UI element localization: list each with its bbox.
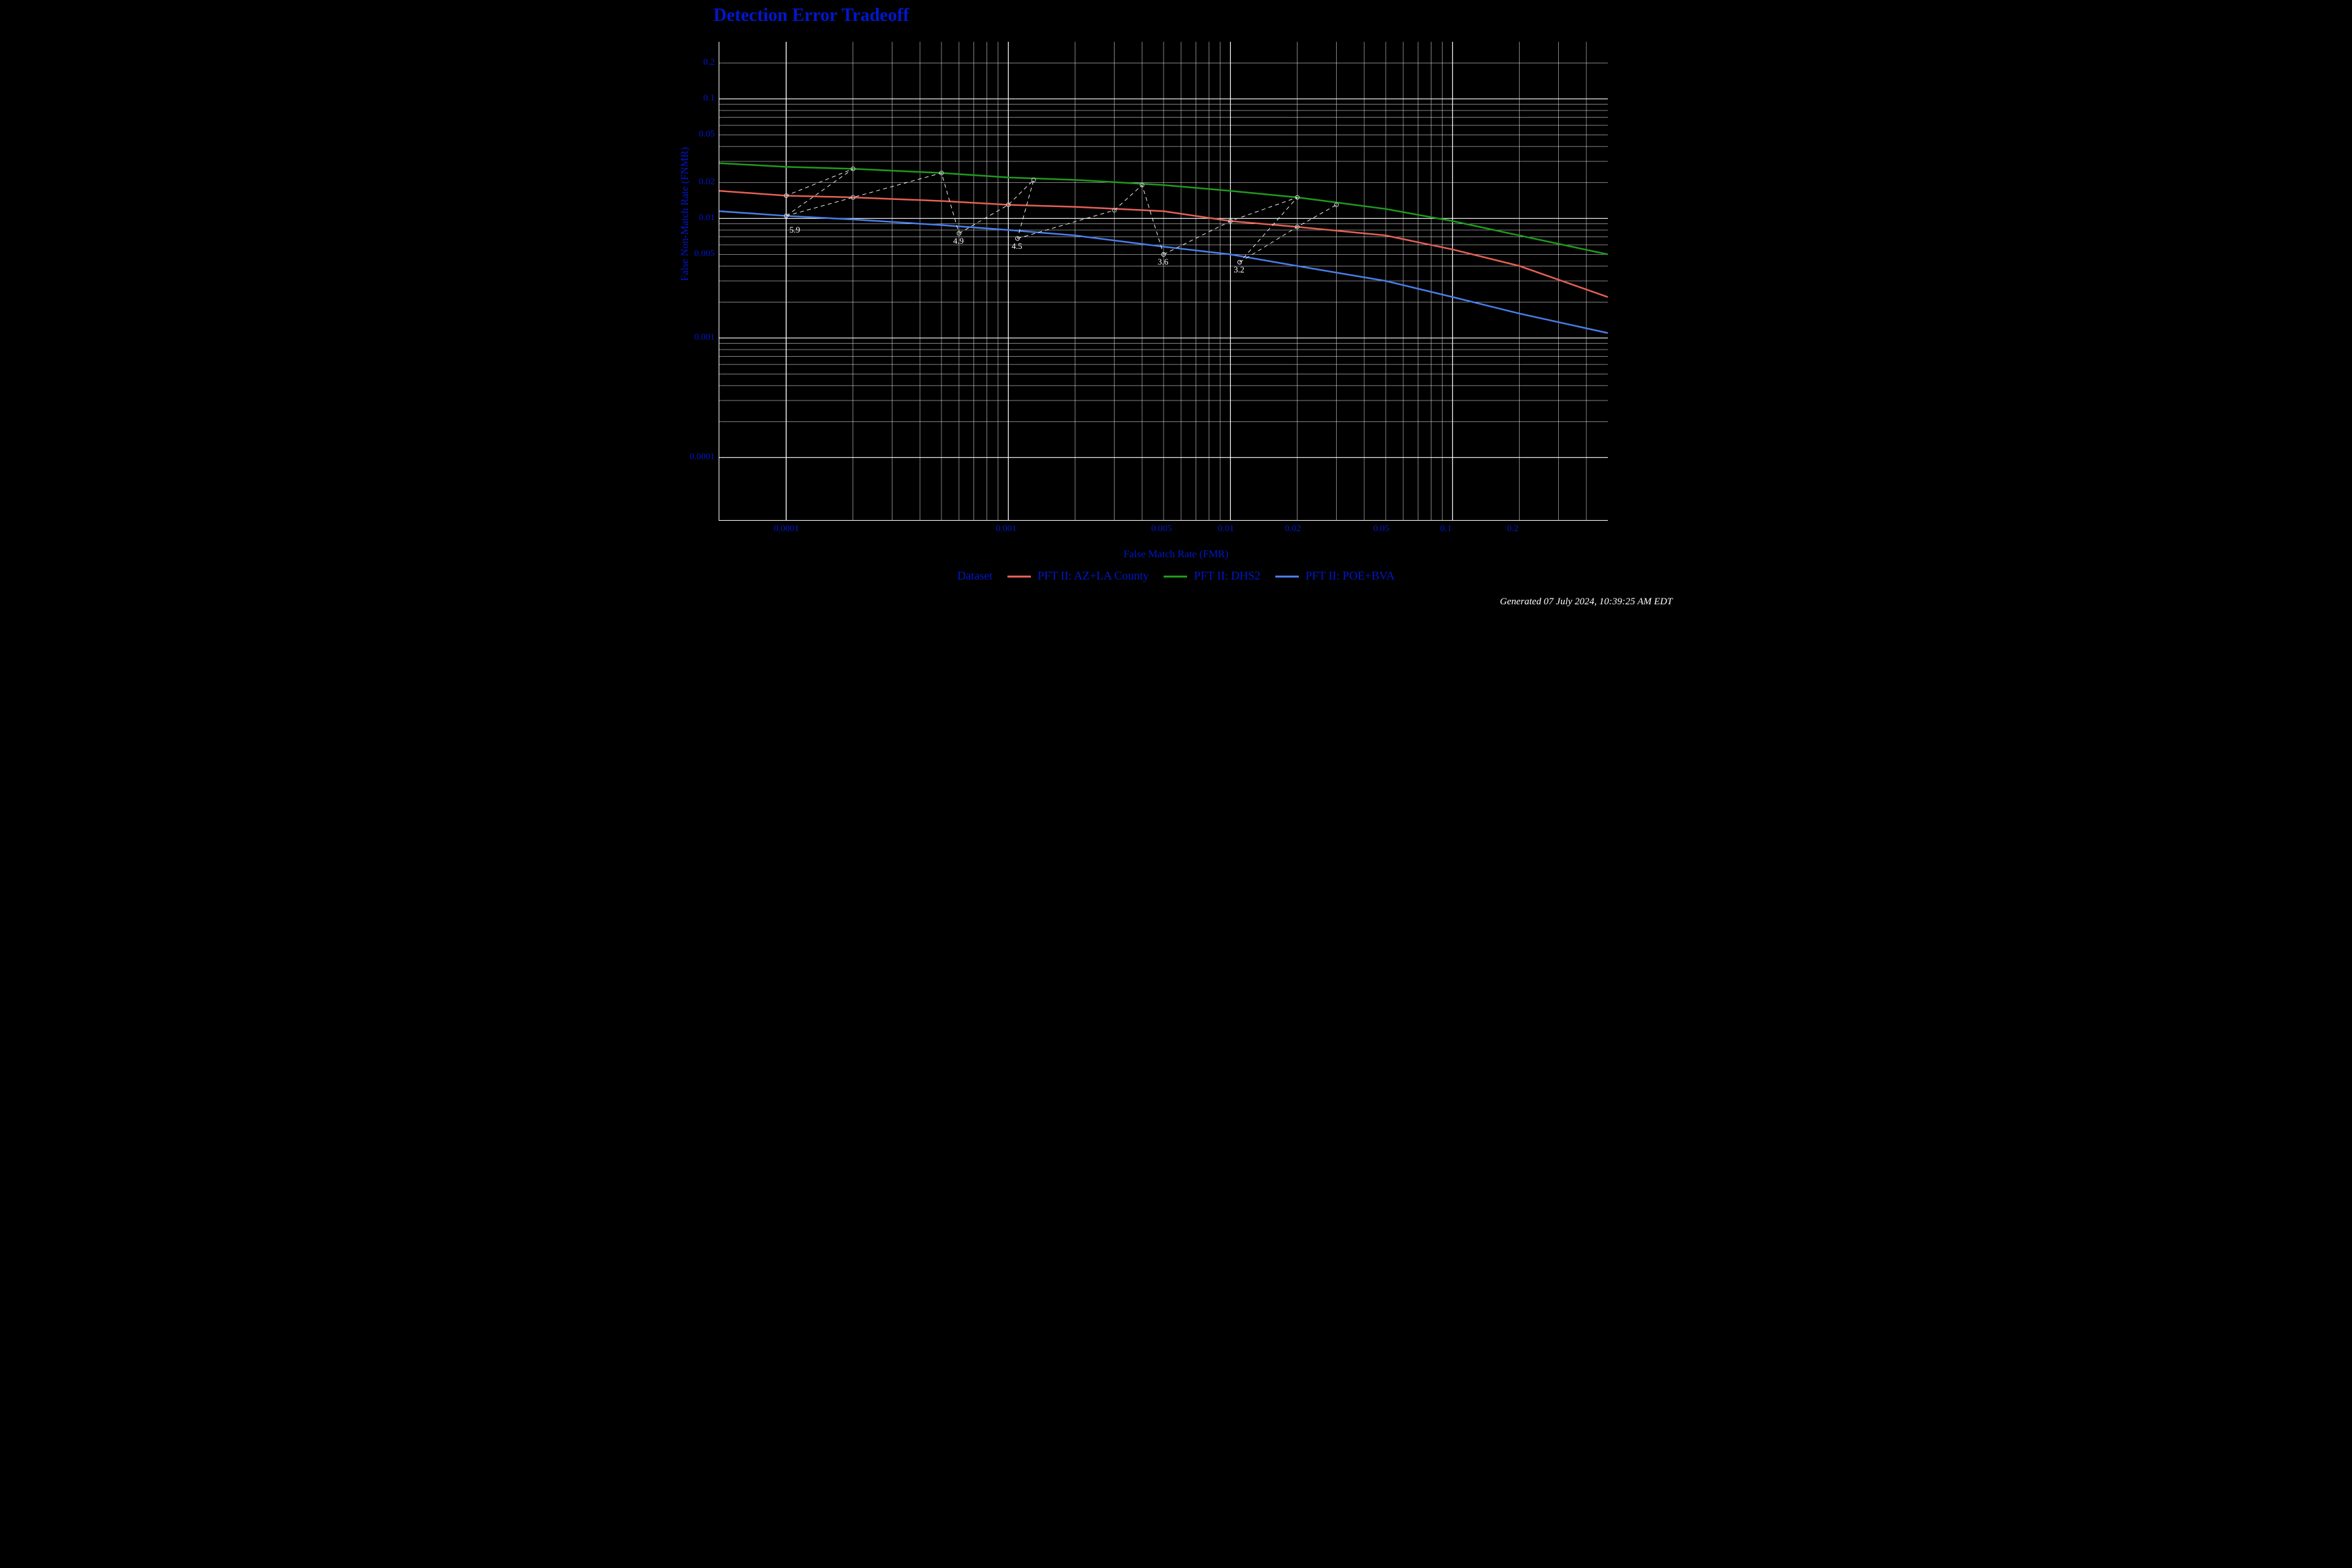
y-tick: 0.005 (694, 249, 715, 259)
x-tick: 0.0001 (774, 524, 799, 534)
chart-title: Detection Error Tradeoff (713, 5, 909, 26)
x-tick: 0.1 (1440, 524, 1452, 534)
y-tick: 0.01 (699, 213, 715, 223)
legend-swatch-2 (1275, 576, 1299, 578)
legend: Dataset PFT II: AZ+LA County PFT II: DHS… (666, 569, 1686, 583)
y-tick: 0.1 (704, 93, 715, 104)
legend-swatch-0 (1007, 576, 1031, 578)
legend-label-0: PFT II: AZ+LA County (1037, 569, 1149, 582)
y-tick: 0.02 (699, 177, 715, 188)
det-chart-container: { "chart_data": { "type": "line", "title… (666, 0, 1686, 679)
legend-title: Dataset (957, 569, 992, 582)
x-tick: 0.005 (1151, 524, 1172, 534)
x-axis-label: False Match Rate (FMR) (666, 549, 1686, 561)
y-tick: 0.0001 (690, 452, 715, 463)
timestamp: Generated 07 July 2024, 10:39:25 AM EDT (1500, 596, 1673, 608)
plot-svg (719, 42, 1608, 520)
legend-swatch-1 (1164, 576, 1187, 578)
x-tick: 0.05 (1373, 524, 1390, 534)
x-tick: 0.02 (1285, 524, 1301, 534)
y-tick: 0.05 (699, 129, 715, 140)
x-tick: 0.001 (996, 524, 1017, 534)
y-axis-label: False Non-Match Rate (FNMR) (679, 147, 691, 281)
y-tick: 0.001 (694, 333, 715, 343)
plot-area (719, 42, 1608, 521)
x-tick: 0.2 (1507, 524, 1519, 534)
x-tick: 0.01 (1218, 524, 1234, 534)
legend-label-1: PFT II: DHS2 (1194, 569, 1261, 582)
legend-label-2: PFT II: POE+BVA (1305, 569, 1395, 582)
y-tick: 0.2 (704, 57, 715, 68)
